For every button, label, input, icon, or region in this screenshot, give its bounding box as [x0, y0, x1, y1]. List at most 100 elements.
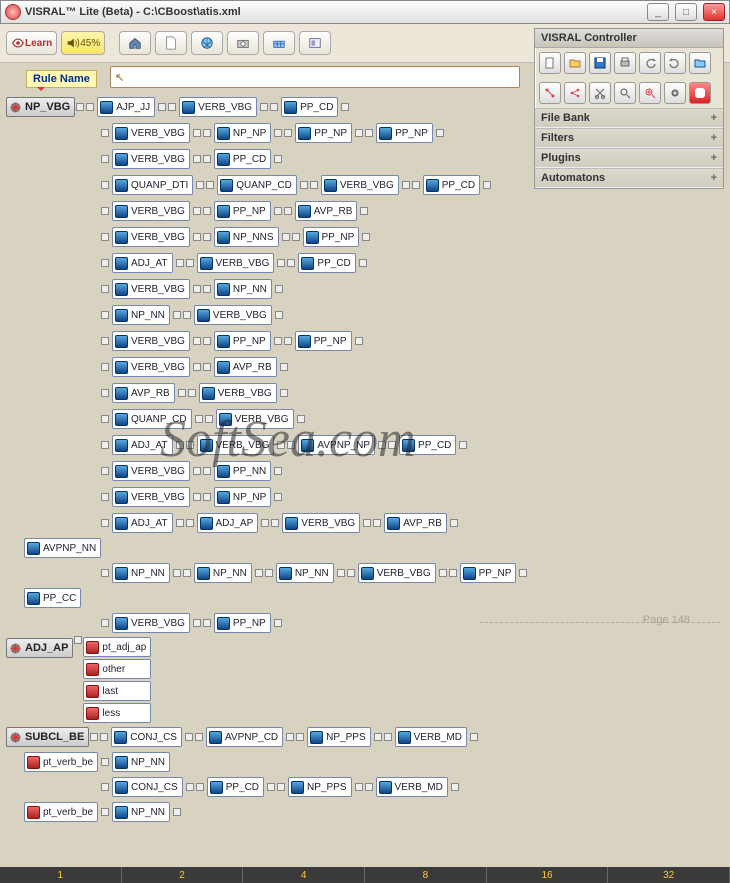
- terminal-node[interactable]: last: [83, 681, 151, 701]
- grammar-node[interactable]: PP_CD: [399, 435, 456, 455]
- grammar-node[interactable]: NP_PPS: [307, 727, 370, 747]
- section-automatons[interactable]: Automatons+: [535, 168, 723, 188]
- layout-button[interactable]: [299, 31, 331, 55]
- grammar-node[interactable]: VERB_MD: [376, 777, 448, 797]
- search-input[interactable]: ↖: [110, 66, 520, 88]
- rule-head-adj-ap[interactable]: ADJ_AP: [6, 638, 73, 658]
- grammar-node[interactable]: VERB_VBG: [112, 201, 190, 221]
- close-button[interactable]: ×: [703, 3, 725, 21]
- rule-head-avpnp-nn[interactable]: AVPNP_NN: [24, 538, 101, 558]
- redo-button[interactable]: [664, 52, 686, 74]
- rule-head-pp-cc[interactable]: PP_CC: [24, 588, 81, 608]
- grammar-node[interactable]: PP_CD: [298, 253, 355, 273]
- grammar-node[interactable]: VERB_VBG: [112, 461, 190, 481]
- maximize-button[interactable]: □: [675, 3, 697, 21]
- section-file-bank[interactable]: File Bank+: [535, 108, 723, 128]
- grammar-node[interactable]: NP_NP: [214, 123, 271, 143]
- grammar-node[interactable]: PP_NP: [214, 201, 271, 221]
- stop-button[interactable]: [689, 82, 711, 104]
- grammar-node[interactable]: PP_NN: [214, 461, 271, 481]
- grammar-node[interactable]: VERB_MD: [395, 727, 467, 747]
- grammar-node[interactable]: QUANP_DTI: [112, 175, 193, 195]
- grammar-node[interactable]: PP_CD: [423, 175, 480, 195]
- terminal-node[interactable]: pt_adj_ap: [83, 637, 151, 657]
- grammar-node[interactable]: NP_NN: [194, 563, 252, 583]
- grammar-node[interactable]: NP_NN: [112, 752, 170, 772]
- grammar-node[interactable]: PP_CD: [281, 97, 338, 117]
- undo-button[interactable]: [639, 52, 661, 74]
- grammar-node[interactable]: VERB_VBG: [282, 513, 360, 533]
- rule-head-subcl-be[interactable]: SUBCL_BE: [6, 727, 89, 747]
- grammar-node[interactable]: NP_PPS: [288, 777, 351, 797]
- grammar-node[interactable]: AVP_RB: [214, 357, 277, 377]
- save-button[interactable]: [589, 52, 611, 74]
- grammar-node[interactable]: NP_NN: [214, 279, 272, 299]
- terminal-node[interactable]: pt_verb_be: [24, 752, 98, 772]
- minimize-button[interactable]: _: [647, 3, 669, 21]
- grammar-node[interactable]: VERB_VBG: [197, 253, 275, 273]
- grammar-node[interactable]: NP_NP: [214, 487, 271, 507]
- grammar-node[interactable]: ADJ_AT: [112, 513, 173, 533]
- terminal-node[interactable]: less: [83, 703, 151, 723]
- grammar-node[interactable]: VERB_VBG: [194, 305, 272, 325]
- grammar-node[interactable]: ADJ_AT: [112, 253, 173, 273]
- grammar-node[interactable]: PP_NP: [214, 613, 271, 633]
- grammar-node[interactable]: PP_CD: [214, 149, 271, 169]
- grammar-node[interactable]: AVPNP_NP: [298, 435, 375, 455]
- grammar-node[interactable]: VERB_VBG: [112, 123, 190, 143]
- grid-button[interactable]: [263, 31, 295, 55]
- grammar-node[interactable]: VERB_VBG: [112, 357, 190, 377]
- grammar-node[interactable]: PP_NP: [460, 563, 517, 583]
- grammar-node[interactable]: CONJ_CS: [111, 727, 182, 747]
- grammar-node[interactable]: VERB_VBG: [112, 149, 190, 169]
- grammar-node[interactable]: VERB_VBG: [112, 227, 190, 247]
- grammar-node[interactable]: VERB_VBG: [112, 487, 190, 507]
- grammar-node[interactable]: AVP_RB: [384, 513, 447, 533]
- grammar-node[interactable]: CONJ_CS: [112, 777, 183, 797]
- grammar-node[interactable]: VERB_VBG: [112, 279, 190, 299]
- grammar-node[interactable]: VERB_VBG: [321, 175, 399, 195]
- grammar-node[interactable]: VERB_VBG: [112, 331, 190, 351]
- settings-button[interactable]: [664, 82, 686, 104]
- grammar-node[interactable]: NP_NN: [112, 305, 170, 325]
- search-button[interactable]: [614, 82, 636, 104]
- section-filters[interactable]: Filters+: [535, 128, 723, 148]
- grammar-node[interactable]: ADJ_AT: [112, 435, 173, 455]
- section-plugins[interactable]: Plugins+: [535, 148, 723, 168]
- grammar-node[interactable]: PP_NP: [376, 123, 433, 143]
- grammar-node[interactable]: VERB_VBG: [112, 613, 190, 633]
- grammar-node[interactable]: VERB_VBG: [179, 97, 257, 117]
- grammar-node[interactable]: VERB_VBG: [358, 563, 436, 583]
- grammar-node[interactable]: ADJ_AP: [197, 513, 259, 533]
- home-button[interactable]: [119, 31, 151, 55]
- link-button[interactable]: [539, 82, 561, 104]
- new-doc-button[interactable]: [539, 52, 561, 74]
- rule-canvas[interactable]: NP_VBG AJP_JJ VERB_VBG PP_CD VERB_VBG NP_NP…: [0, 94, 730, 865]
- terminal-node[interactable]: pt_verb_be: [24, 802, 98, 822]
- rule-head-np-vbg[interactable]: NP_VBG: [6, 97, 75, 117]
- grammar-node[interactable]: PP_NP: [295, 331, 352, 351]
- learn-button[interactable]: Learn: [6, 31, 57, 55]
- zoom-button[interactable]: [639, 82, 661, 104]
- grammar-node[interactable]: AVP_RB: [112, 383, 175, 403]
- volume-button[interactable]: 45%: [61, 31, 105, 55]
- print-button[interactable]: [614, 52, 636, 74]
- grammar-node[interactable]: VERB_VBG: [216, 409, 294, 429]
- grammar-node[interactable]: PP_NP: [214, 331, 271, 351]
- nodes-button[interactable]: [564, 82, 586, 104]
- globe-button[interactable]: [191, 31, 223, 55]
- grammar-node[interactable]: NP_NN: [112, 563, 170, 583]
- cut-button[interactable]: [589, 82, 611, 104]
- new-button[interactable]: [155, 31, 187, 55]
- grammar-node[interactable]: AJP_JJ: [97, 97, 155, 117]
- grammar-node[interactable]: PP_CD: [207, 777, 264, 797]
- grammar-node[interactable]: AVPNP_CD: [206, 727, 283, 747]
- terminal-node[interactable]: other: [83, 659, 151, 679]
- grammar-node[interactable]: NP_NNS: [214, 227, 279, 247]
- grammar-node[interactable]: QUANP_CD: [217, 175, 297, 195]
- snapshot-button[interactable]: [227, 31, 259, 55]
- grammar-node[interactable]: VERB_VBG: [197, 435, 275, 455]
- folder2-button[interactable]: [689, 52, 711, 74]
- open-button[interactable]: [564, 52, 586, 74]
- grammar-node[interactable]: PP_NP: [303, 227, 360, 247]
